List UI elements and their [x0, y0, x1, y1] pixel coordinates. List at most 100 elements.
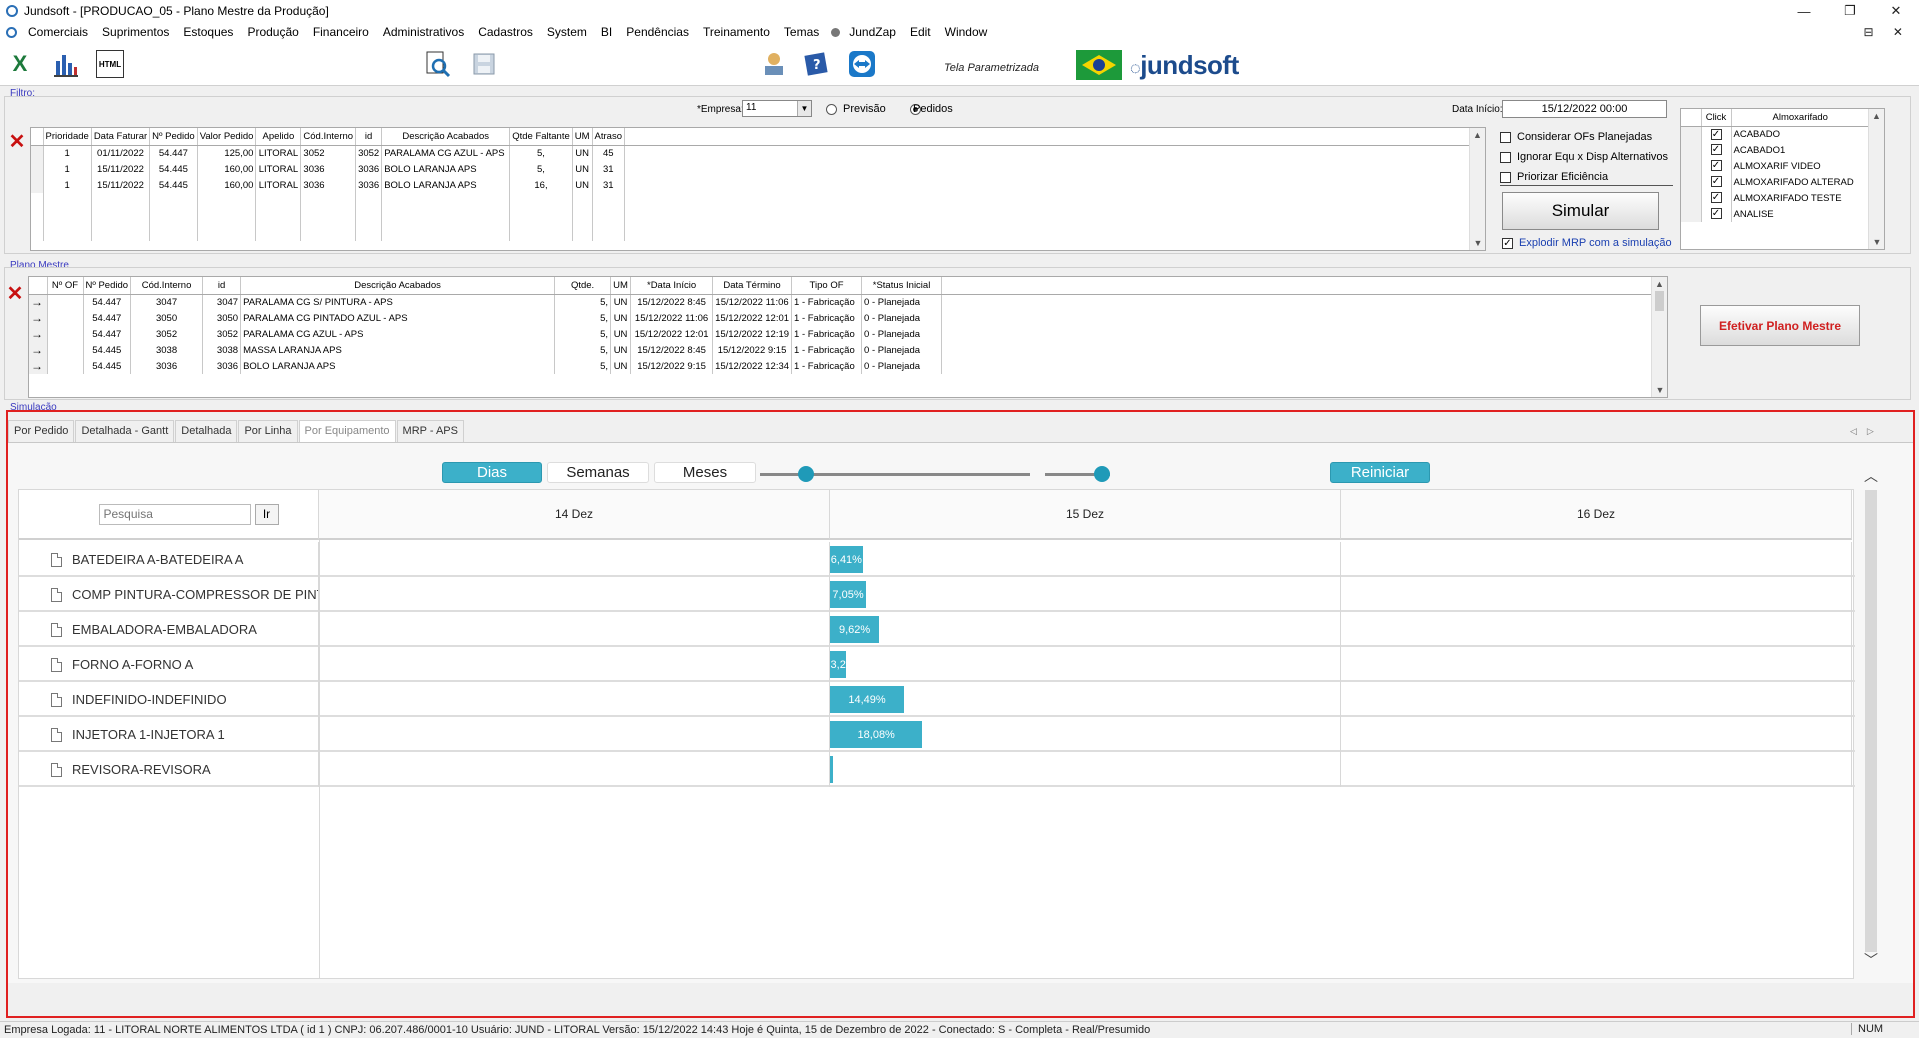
gantt-row[interactable]: INDEFINIDO-INDEFINIDO 14,49% — [19, 682, 1855, 717]
menu-window[interactable]: Window — [938, 25, 995, 39]
clear-filter-icon[interactable]: ✕ — [6, 130, 28, 153]
explodir-row[interactable]: ✓ Explodir MRP com a simulação — [1502, 237, 1672, 249]
column-header[interactable]: Apelido — [255, 128, 302, 146]
menu-pendencias[interactable]: Pendências — [619, 25, 696, 39]
gantt-row[interactable]: INJETORA 1-INJETORA 1 18,08% — [19, 717, 1855, 752]
almox-checkbox[interactable]: ✓ — [1710, 192, 1722, 204]
efetivar-plano-mestre-button[interactable]: Efetivar Plano Mestre — [1700, 305, 1860, 346]
scroll-down-icon[interactable]: ▼ — [1470, 236, 1485, 250]
gantt-row-label[interactable]: INJETORA 1-INJETORA 1 — [19, 717, 319, 752]
gantt-row[interactable]: BATEDEIRA A-BATEDEIRA A 6,41% — [19, 542, 1855, 577]
column-header[interactable]: Valor Pedido — [197, 128, 257, 146]
column-header[interactable]: Nº OF — [47, 277, 84, 295]
gantt-row[interactable]: FORNO A-FORNO A 3,2 — [19, 647, 1855, 682]
almox-row[interactable]: ✓ ALMOXARIFADO ALTERAD — [1681, 174, 1870, 190]
arrow-right-icon[interactable]: → — [29, 358, 48, 374]
tab-por-equipamento[interactable]: Por Equipamento — [298, 420, 396, 442]
almox-row[interactable]: ✓ ALMOXARIF VIDEO — [1681, 158, 1870, 174]
row-selector[interactable] — [31, 161, 44, 177]
range-slider-knob[interactable] — [1094, 466, 1110, 482]
option-checkbox[interactable] — [1500, 131, 1511, 143]
menu-system[interactable]: System — [540, 25, 594, 39]
chevron-down-icon[interactable]: ▼ — [797, 101, 811, 116]
row-selector[interactable] — [1681, 142, 1702, 158]
gantt-row-label[interactable]: FORNO A-FORNO A — [19, 647, 319, 682]
row-selector[interactable] — [31, 177, 44, 193]
row-selector[interactable] — [1681, 174, 1702, 190]
tab-detalhada-gantt[interactable]: Detalhada - Gantt — [75, 420, 175, 442]
tools-icon[interactable] — [760, 50, 788, 78]
almox-row[interactable]: ✓ ALMOXARIFADO TESTE — [1681, 190, 1870, 206]
meses-button[interactable]: Meses — [654, 462, 756, 483]
minimize-button[interactable]: — — [1781, 0, 1827, 22]
gantt-row[interactable]: EMBALADORA-EMBALADORA 9,62% — [19, 612, 1855, 647]
table-row[interactable]: 1 01/11/2022 54.447 125,00 LITORAL 3052 3052 PA… — [31, 145, 1471, 161]
arrow-right-icon[interactable]: → — [29, 310, 48, 326]
table-row[interactable]: → 54.447 3047 3047 PARALAMA CG S/ PINTURA - … — [29, 294, 1653, 310]
row-selector[interactable] — [1681, 126, 1702, 142]
gantt-bar[interactable]: 9,62% — [830, 616, 880, 643]
tab-por-pedido[interactable]: Por Pedido — [8, 420, 75, 442]
table-row[interactable]: 1 15/11/2022 54.445 160,00 LITORAL 3036 3036 BO… — [31, 177, 1471, 193]
column-header[interactable]: Data Faturar — [91, 128, 151, 146]
almox-scrollbar[interactable]: ▲ ▼ — [1868, 109, 1884, 249]
gantt-row[interactable]: COMP PINTURA-COMPRESSOR DE PINTURA 7,05% — [19, 577, 1855, 612]
menu-comerciais[interactable]: Comerciais — [21, 25, 95, 39]
gantt-row-label[interactable]: EMBALADORA-EMBALADORA — [19, 612, 319, 647]
simular-button[interactable]: Simular — [1502, 192, 1659, 230]
row-selector[interactable] — [1681, 158, 1702, 174]
teamviewer-icon[interactable] — [848, 50, 876, 78]
menu-jundzap[interactable]: JundZap — [842, 25, 903, 39]
search-document-icon[interactable] — [424, 50, 452, 78]
option-checkbox[interactable] — [1500, 151, 1511, 163]
table-row[interactable]: → 54.447 3050 3050 PARALAMA CG PINTADO AZUL … — [29, 310, 1653, 326]
gantt-search-go-button[interactable]: Ir — [254, 503, 279, 525]
option-checkbox[interactable] — [1500, 171, 1511, 183]
menu-suprimentos[interactable]: Suprimentos — [95, 25, 176, 39]
column-header[interactable]: UM — [610, 277, 632, 295]
column-header[interactable]: Cód.Interno — [300, 128, 357, 146]
reiniciar-button[interactable]: Reiniciar — [1330, 462, 1430, 483]
column-header[interactable]: Nº Pedido — [83, 277, 132, 295]
column-header[interactable]: UM — [572, 128, 593, 146]
almoxarifado-grid[interactable]: Click Almoxarifado ✓ ACABADO ✓ ACABADO1 ✓ ALM… — [1680, 108, 1885, 250]
column-header[interactable]: id — [202, 277, 242, 295]
column-header[interactable]: Qtde Faltante — [509, 128, 573, 146]
almox-row[interactable]: ✓ ANALISE — [1681, 206, 1870, 222]
option-row[interactable]: Considerar OFs Planejadas — [1500, 127, 1680, 147]
column-header[interactable]: Qtde. — [554, 277, 612, 295]
table-row[interactable]: 1 15/11/2022 54.445 160,00 LITORAL 3036 3036 BO… — [31, 161, 1471, 177]
scroll-up-icon[interactable]: ▲ — [1470, 128, 1485, 142]
arrow-right-icon[interactable]: → — [29, 342, 48, 358]
column-header[interactable]: Data Término — [712, 277, 793, 295]
menu-estoques[interactable]: Estoques — [176, 25, 240, 39]
gantt-row-label[interactable]: BATEDEIRA A-BATEDEIRA A — [19, 542, 319, 577]
plano-scrollbar[interactable]: ▲ ▼ — [1651, 277, 1667, 397]
zoom-slider-knob[interactable] — [798, 466, 814, 482]
scroll-thumb[interactable] — [1655, 291, 1664, 311]
data-inicio-input[interactable]: 15/12/2022 00:00 — [1502, 100, 1667, 118]
column-header[interactable]: *Status Inicial — [861, 277, 943, 295]
almox-checkbox[interactable]: ✓ — [1710, 176, 1722, 188]
tab-por-linha[interactable]: Por Linha — [238, 420, 298, 442]
gantt-bar[interactable]: 14,49% — [830, 686, 905, 713]
arrow-right-icon[interactable]: → — [29, 326, 48, 342]
column-header[interactable]: Descrição Acabados — [240, 277, 556, 295]
explodir-checkbox[interactable]: ✓ — [1502, 237, 1513, 249]
column-header[interactable]: Descrição Acabados — [381, 128, 511, 146]
chart-icon[interactable] — [52, 50, 80, 78]
table-row[interactable]: → 54.445 3036 3036 BOLO LARANJA APS 5, UN 15/12… — [29, 358, 1653, 374]
semanas-button[interactable]: Semanas — [547, 462, 649, 483]
excel-icon[interactable]: X — [6, 50, 34, 78]
tab-mrp-aps[interactable]: MRP - APS — [396, 420, 464, 442]
option-row[interactable]: Ignorar Equ x Disp Alternativos — [1500, 147, 1680, 167]
dias-button[interactable]: Dias — [442, 462, 542, 483]
scroll-up-icon[interactable]: ▲ — [1869, 109, 1884, 123]
html-icon[interactable]: HTML — [96, 50, 124, 78]
save-icon[interactable] — [470, 50, 498, 78]
mdi-controls[interactable]: ⊟ ✕ — [1864, 25, 1911, 39]
gantt-bar[interactable]: 7,05% — [830, 581, 867, 608]
almox-checkbox[interactable]: ✓ — [1710, 160, 1722, 172]
arrow-right-icon[interactable]: → — [29, 294, 48, 310]
column-header[interactable]: Atraso — [592, 128, 626, 146]
